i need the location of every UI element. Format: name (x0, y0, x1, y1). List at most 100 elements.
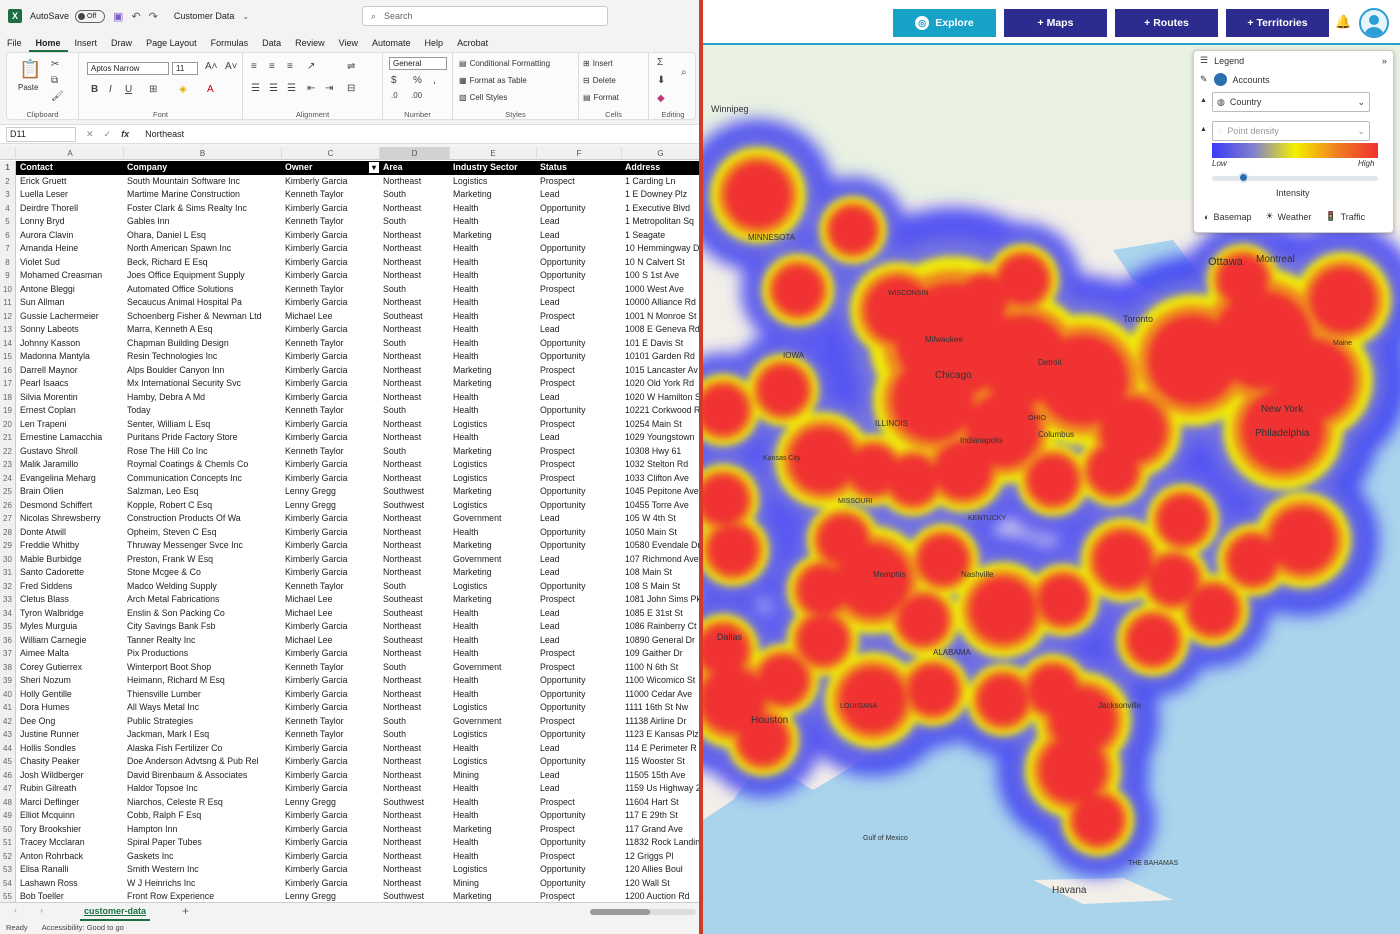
table-cell[interactable]: Lead (537, 620, 622, 634)
table-cell[interactable]: Fred Siddens (17, 580, 124, 594)
table-cell[interactable]: Prospect (537, 593, 622, 607)
table-cell[interactable]: Opportunity (537, 350, 622, 364)
table-cell[interactable]: South (380, 337, 450, 351)
table-cell[interactable]: 11832 Rock Landin (622, 836, 700, 850)
worksheet-grid[interactable]: ABCDEFG 1 Contact Company Owner Area Industry… (0, 147, 700, 902)
table-cell[interactable]: Northeast (380, 175, 450, 189)
column-title[interactable]: Contact (17, 161, 124, 175)
row-number[interactable]: 24 (0, 471, 16, 485)
table-cell[interactable]: Hollis Sondles (17, 742, 124, 756)
table-cell[interactable]: Health (450, 256, 537, 270)
row-number[interactable]: 13 (0, 323, 16, 337)
align-bottom-icon[interactable]: ≡ (287, 61, 293, 72)
document-title[interactable]: Customer Data (174, 11, 235, 21)
table-cell[interactable]: Lenny Gregg (282, 499, 380, 513)
table-cell[interactable]: Lead (537, 742, 622, 756)
table-cell[interactable]: Northeast (380, 688, 450, 702)
table-cell[interactable]: Opportunity (537, 877, 622, 891)
table-cell[interactable]: Northeast (380, 674, 450, 688)
table-cell[interactable]: Northeast (380, 850, 450, 864)
table-cell[interactable]: Mohamed Creasman (17, 269, 124, 283)
tab-formulas[interactable]: Formulas (204, 34, 256, 52)
table-cell[interactable]: 1029 Youngstown (622, 431, 700, 445)
table-cell[interactable]: 105 W 4th St (622, 512, 700, 526)
table-cell[interactable]: Antone Bleggi (17, 283, 124, 297)
table-cell[interactable]: Opportunity (537, 701, 622, 715)
row-number[interactable]: 43 (0, 728, 16, 742)
row-number[interactable]: 8 (0, 255, 16, 269)
table-cell[interactable]: Kimberly Garcia (282, 350, 380, 364)
table-cell[interactable]: Public Strategies (124, 715, 282, 729)
table-cell[interactable]: 1081 John Sims Pk (622, 593, 700, 607)
table-cell[interactable]: Josh Wildberger (17, 769, 124, 783)
table-cell[interactable]: Opportunity (537, 485, 622, 499)
table-cell[interactable]: Northeast (380, 742, 450, 756)
row-number[interactable]: 46 (0, 768, 16, 782)
tab-help[interactable]: Help (418, 34, 451, 52)
table-cell[interactable]: Northeast (380, 809, 450, 823)
table-cell[interactable]: Donte Atwill (17, 526, 124, 540)
table-cell[interactable]: Thiensville Lumber (124, 688, 282, 702)
table-cell[interactable]: Elliot Mcquinn (17, 809, 124, 823)
table-cell[interactable]: Desmond Schiffert (17, 499, 124, 513)
table-cell[interactable]: Southeast (380, 634, 450, 648)
table-cell[interactable]: Johnny Kasson (17, 337, 124, 351)
row-number[interactable]: 23 (0, 458, 16, 472)
scrollbar-thumb[interactable] (590, 909, 650, 915)
row-number[interactable]: 48 (0, 795, 16, 809)
table-cell[interactable]: Michael Lee (282, 593, 380, 607)
table-cell[interactable]: Opportunity (537, 526, 622, 540)
table-cell[interactable]: Kenneth Taylor (282, 337, 380, 351)
table-cell[interactable]: Spiral Paper Tubes (124, 836, 282, 850)
increase-decimal-icon[interactable]: .0 (391, 91, 398, 100)
table-cell[interactable]: Kopple, Robert C Esq (124, 499, 282, 513)
table-cell[interactable]: Alaska Fish Fertilizer Co (124, 742, 282, 756)
format-cells-button[interactable]: ▤ Format (583, 93, 619, 102)
row-number[interactable]: 29 (0, 539, 16, 553)
table-cell[interactable]: Prospect (537, 823, 622, 837)
table-cell[interactable]: Southwest (380, 499, 450, 513)
align-left-icon[interactable]: ☰ (251, 83, 260, 94)
table-cell[interactable]: 1111 16th St Nw (622, 701, 700, 715)
row-number[interactable]: 28 (0, 525, 16, 539)
comma-icon[interactable]: , (433, 75, 436, 86)
column-header-f[interactable]: F (537, 147, 622, 160)
table-cell[interactable]: Health (450, 647, 537, 661)
basemap-button[interactable]: Basemap (1213, 212, 1251, 222)
table-cell[interactable]: Chasity Peaker (17, 755, 124, 769)
table-cell[interactable]: Northeast (380, 512, 450, 526)
table-cell[interactable]: Rubin Gilreath (17, 782, 124, 796)
table-cell[interactable]: Opportunity (537, 728, 622, 742)
table-cell[interactable]: Kimberly Garcia (282, 202, 380, 216)
table-cell[interactable]: Tracey Mcclaran (17, 836, 124, 850)
table-cell[interactable]: Northeast (380, 553, 450, 567)
table-cell[interactable]: 117 E 29th St (622, 809, 700, 823)
table-cell[interactable]: 115 Wooster St (622, 755, 700, 769)
table-cell[interactable]: 10101 Garden Rd (622, 350, 700, 364)
table-cell[interactable]: Southwest (380, 796, 450, 810)
table-cell[interactable]: Front Row Experience (124, 890, 282, 902)
accessibility-status[interactable]: Accessibility: Good to go (42, 923, 124, 932)
table-cell[interactable]: Prospect (537, 283, 622, 297)
column-title[interactable]: Company (124, 161, 282, 175)
row-number[interactable]: 44 (0, 741, 16, 755)
increase-indent-icon[interactable]: ⇥ (325, 83, 333, 94)
row-number[interactable]: 45 (0, 755, 16, 769)
row-number[interactable]: 18 (0, 390, 16, 404)
table-cell[interactable]: 108 S Main St (622, 580, 700, 594)
paste-button[interactable]: Paste (18, 83, 38, 92)
table-cell[interactable]: Prospect (537, 377, 622, 391)
table-cell[interactable]: 1020 W Hamilton S (622, 391, 700, 405)
table-cell[interactable]: Doe Anderson Advtsng & Pub Rel (124, 755, 282, 769)
row-number[interactable]: 31 (0, 566, 16, 580)
table-cell[interactable]: Bob Toeller (17, 890, 124, 902)
bell-icon[interactable]: 🔔 (1335, 14, 1351, 30)
align-top-icon[interactable]: ≡ (251, 61, 257, 72)
table-cell[interactable]: Mining (450, 769, 537, 783)
table-cell[interactable]: Prospect (537, 715, 622, 729)
table-cell[interactable]: 114 E Perimeter R (622, 742, 700, 756)
table-cell[interactable]: Tanner Realty Inc (124, 634, 282, 648)
table-cell[interactable]: 1 E Downey Plz (622, 188, 700, 202)
row-number[interactable]: 38 (0, 660, 16, 674)
column-title[interactable]: Owner (282, 161, 380, 175)
